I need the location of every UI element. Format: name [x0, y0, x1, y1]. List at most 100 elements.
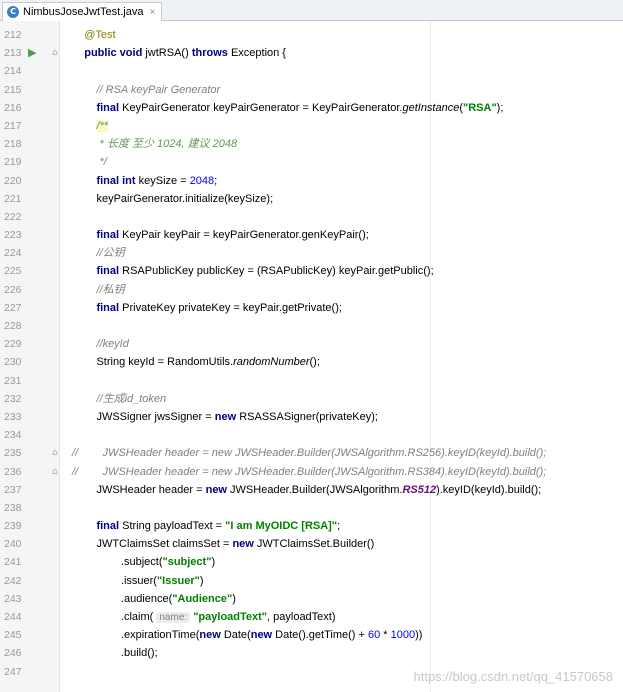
code-line[interactable]: 212 @Test — [0, 26, 623, 44]
code-token: .claim( — [120, 611, 157, 623]
code-line[interactable]: 218 * 长度 至少 1024, 建议 2048 — [0, 135, 623, 153]
line-number: 217 — [4, 119, 22, 132]
line-number: 245 — [4, 629, 22, 642]
code-line[interactable]: 237 JWSHeader header = new JWSHeader.Bui… — [0, 481, 623, 499]
code-line[interactable]: 233 JWSSigner jwsSigner = new RSASSASign… — [0, 408, 623, 426]
code-text: JWTClaimsSet claimsSet = new JWTClaimsSe… — [72, 535, 374, 553]
line-number: 215 — [4, 83, 22, 96]
code-text: //私钥 — [72, 281, 124, 299]
code-line[interactable]: 235 ⌂ // JWSHeader header = new JWSHeader.… — [0, 444, 623, 462]
tab-label: NimbusJoseJwtTest.java — [23, 6, 144, 18]
code-token: JWSHeader header = — [96, 483, 206, 496]
code-line[interactable]: 221 keyPairGenerator.initialize(keySize)… — [0, 190, 623, 208]
code-line[interactable]: 226 //私钥 — [0, 281, 623, 299]
close-icon[interactable]: × — [149, 7, 155, 18]
editor-tab[interactable]: C NimbusJoseJwtTest.java × — [2, 2, 163, 21]
code-token: KeyPairGenerator keyPairGenerator = KeyP… — [122, 101, 403, 114]
code-line[interactable]: 232 //生成id_token — [0, 390, 623, 408]
code-line[interactable]: 230 String keyId = RandomUtils.randomNum… — [0, 353, 623, 371]
code-line[interactable]: 214 — [0, 62, 623, 80]
code-text: .issuer("Issuer") — [72, 572, 204, 590]
code-token: String keyId = RandomUtils. — [96, 356, 234, 369]
code-token: .build(); — [120, 647, 158, 660]
code-token: ) — [211, 556, 216, 569]
code-token: KeyPair keyPair = keyPairGenerator.genKe… — [122, 229, 369, 242]
editor-tab-bar: C NimbusJoseJwtTest.java × — [0, 0, 623, 21]
code-token: (); — [309, 356, 320, 369]
code-text: public void jwtRSA() throws Exception { — [72, 44, 286, 62]
code-line[interactable]: 244 .claim( name: "payloadText", payload… — [0, 608, 623, 626]
line-number: 243 — [4, 592, 22, 605]
code-line[interactable]: 234 — [0, 426, 623, 444]
code-line[interactable]: 236 ⌂ // JWSHeader header = new JWSHeader.… — [0, 463, 623, 481]
code-line[interactable]: 217 /** — [0, 117, 623, 135]
code-token: RSAPublicKey publicKey = (RSAPublicKey) … — [122, 265, 434, 278]
code-line[interactable]: 245 .expirationTime(new Date(new Date().… — [0, 626, 623, 644]
code-token: new — [214, 410, 240, 423]
code-line[interactable]: 220 final int keySize = 2048; — [0, 172, 623, 190]
code-line[interactable]: 231 — [0, 372, 623, 390]
code-line[interactable]: 215 // RSA keyPair Generator — [0, 81, 623, 99]
fold-marker-icon[interactable]: ⌂ — [52, 463, 58, 481]
line-number: 231 — [4, 374, 22, 387]
code-text: JWSSigner jwsSigner = new RSASSASigner(p… — [72, 408, 378, 426]
code-line[interactable]: 223 final KeyPair keyPair = keyPairGener… — [0, 226, 623, 244]
code-token: 1000 — [390, 629, 416, 642]
code-line[interactable]: 228 — [0, 317, 623, 335]
code-text: final KeyPair keyPair = keyPairGenerator… — [72, 226, 369, 244]
code-token: @Test — [84, 29, 116, 41]
fold-marker-icon[interactable]: ⌂ — [52, 444, 58, 462]
code-token: .audience( — [120, 592, 173, 605]
code-editor[interactable]: 212 @Test 213 ▶ ⌂ public void jwtRSA() thro… — [0, 26, 623, 681]
code-token: final — [96, 265, 123, 278]
code-token: new — [205, 483, 231, 496]
code-line[interactable]: 216 final KeyPairGenerator keyPairGenera… — [0, 99, 623, 117]
code-line[interactable]: 242 .issuer("Issuer") — [0, 572, 623, 590]
run-test-icon[interactable]: ▶ — [28, 44, 36, 62]
line-number: 236 — [4, 465, 22, 478]
code-line[interactable]: 238 — [0, 499, 623, 517]
code-line[interactable]: 239 final String payloadText = "I am MyO… — [0, 517, 623, 535]
line-number: 230 — [4, 356, 22, 369]
code-line[interactable]: 219 */ — [0, 153, 623, 171]
code-line[interactable]: 243 .audience("Audience") — [0, 590, 623, 608]
code-token: "payloadText" — [193, 611, 268, 623]
code-token: throws — [191, 47, 231, 60]
code-line[interactable]: 227 final PrivateKey privateKey = keyPai… — [0, 299, 623, 317]
code-text: // JWSHeader header = new JWSHeader.Buil… — [72, 463, 546, 481]
code-token: PrivateKey privateKey = keyPair.getPriva… — [122, 301, 342, 314]
line-number: 223 — [4, 229, 22, 242]
line-number: 224 — [4, 247, 22, 260]
code-line[interactable]: 240 JWTClaimsSet claimsSet = new JWTClai… — [0, 535, 623, 553]
code-line[interactable]: 222 — [0, 208, 623, 226]
line-number: 247 — [4, 665, 22, 678]
code-token: keyPairGenerator.initialize(keySize); — [96, 192, 274, 205]
code-token: JWTClaimsSet claimsSet = — [96, 538, 233, 551]
code-line[interactable]: 246 .build(); — [0, 644, 623, 662]
code-line[interactable]: 241 .subject("subject") — [0, 553, 623, 571]
line-number: 233 — [4, 410, 22, 423]
code-text: final RSAPublicKey publicKey = (RSAPubli… — [72, 262, 434, 280]
line-number: 221 — [4, 192, 22, 205]
fold-marker-icon[interactable]: ⌂ — [52, 44, 58, 62]
code-token: ) — [199, 574, 204, 587]
line-number: 240 — [4, 538, 22, 551]
code-token: public void — [84, 47, 146, 60]
code-text: .subject("subject") — [72, 553, 215, 571]
code-line[interactable]: 213 ▶ ⌂ public void jwtRSA() throws Except… — [0, 44, 623, 62]
code-line[interactable]: 225 final RSAPublicKey publicKey = (RSAP… — [0, 262, 623, 280]
code-line[interactable]: 229 //keyId — [0, 335, 623, 353]
code-token: final — [96, 101, 123, 114]
code-line[interactable]: 224 //公钥 — [0, 244, 623, 262]
code-text: .build(); — [72, 644, 158, 662]
